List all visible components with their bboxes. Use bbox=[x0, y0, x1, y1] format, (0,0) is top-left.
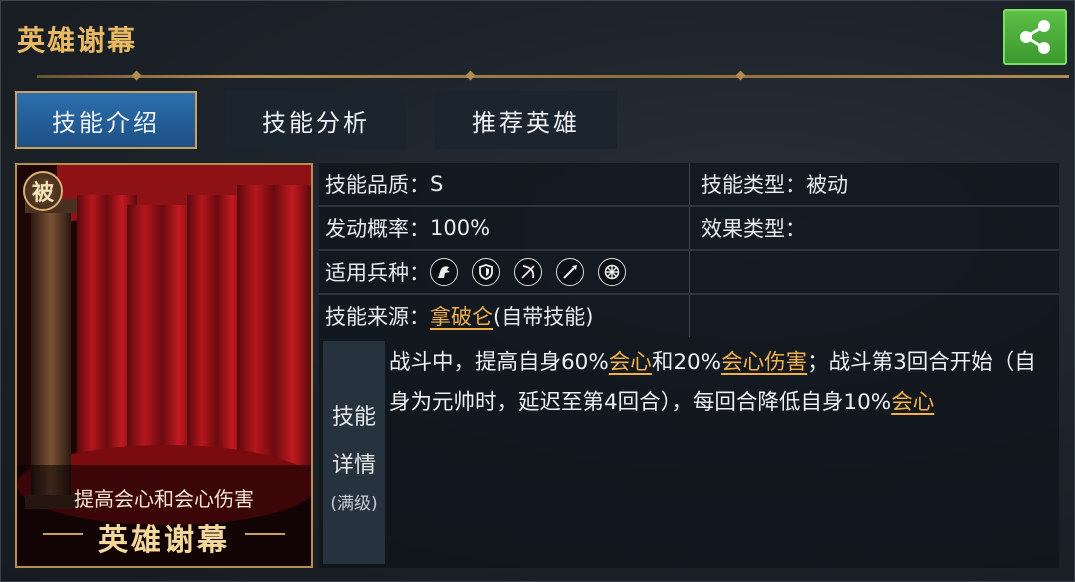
spear-icon bbox=[556, 258, 584, 286]
detail-text: 战斗中，提高自身60%会心和20%会心伤害；战斗第3回合开始（自身为元帅时，延迟… bbox=[389, 343, 1049, 423]
source-hero-link[interactable]: 拿破仑 bbox=[430, 301, 493, 331]
source-suffix: (自带技能) bbox=[493, 305, 594, 329]
keyword-crit-link[interactable]: 会心 bbox=[891, 390, 934, 415]
header-divider bbox=[37, 70, 1069, 81]
keyword-crit-link[interactable]: 会心 bbox=[609, 350, 652, 375]
info-row-source: 技能来源： 拿破仑 (自带技能) bbox=[319, 295, 1059, 337]
source-label: 技能来源： bbox=[325, 305, 430, 329]
detail-text-part: 战斗中，提高自身60% bbox=[389, 350, 609, 375]
type-label: 技能类型： bbox=[701, 173, 806, 197]
tab-skill-analysis[interactable]: 技能分析 bbox=[225, 91, 407, 149]
detail-label: 技能 详情 (满级) bbox=[323, 341, 385, 564]
page-title: 英雄谢幕 bbox=[17, 24, 138, 57]
info-row-troops: 适用兵种： bbox=[319, 251, 1059, 293]
shield-icon bbox=[472, 258, 500, 286]
type-value: 被动 bbox=[806, 173, 848, 197]
archer-icon bbox=[514, 258, 542, 286]
skill-info-table: 技能品质： S 技能类型： 被动 发动概率： 100% 效果类型： 适用兵种： … bbox=[319, 163, 1059, 337]
skill-card-description: 提高会心和会心伤害 bbox=[74, 487, 254, 511]
keyword-crit-damage-link[interactable]: 会心伤害 bbox=[721, 350, 807, 375]
detail-text-part: 和20% bbox=[651, 350, 722, 375]
trigger-value: 100% bbox=[430, 216, 491, 240]
skill-card-name: 英雄谢幕 bbox=[98, 523, 230, 558]
trigger-label: 发动概率： bbox=[325, 217, 430, 241]
detail-label-line1: 技能 bbox=[331, 405, 376, 430]
tab-recommended-heroes[interactable]: 推荐英雄 bbox=[435, 91, 617, 149]
share-icon bbox=[1020, 20, 1050, 54]
detail-label-line2: 详情 bbox=[331, 453, 376, 478]
troops-label: 适用兵种： bbox=[325, 261, 430, 285]
siege-icon bbox=[598, 258, 626, 286]
share-button[interactable] bbox=[1003, 9, 1067, 65]
quality-label: 技能品质： bbox=[325, 173, 430, 197]
skill-card: 被 提高会心和会心伤害 英雄谢幕 bbox=[15, 163, 313, 568]
quality-value: S bbox=[430, 172, 444, 196]
tab-skill-intro[interactable]: 技能介绍 bbox=[15, 91, 197, 149]
detail-label-level: (满级) bbox=[330, 494, 378, 514]
info-row-quality: 技能品质： S 技能类型： 被动 bbox=[319, 163, 1059, 205]
info-row-trigger: 发动概率： 100% 效果类型： bbox=[319, 207, 1059, 249]
skill-detail: 技能 详情 (满级) 战斗中，提高自身60%会心和20%会心伤害；战斗第3回合开… bbox=[319, 337, 1059, 568]
passive-badge: 被 bbox=[23, 171, 63, 211]
skill-panel: 英雄谢幕 技能介绍 技能分析 推荐英雄 被 提高会心和会心伤害 英雄谢幕 技能品… bbox=[0, 0, 1075, 582]
cavalry-icon bbox=[430, 258, 458, 286]
effect-label: 效果类型： bbox=[701, 217, 806, 241]
